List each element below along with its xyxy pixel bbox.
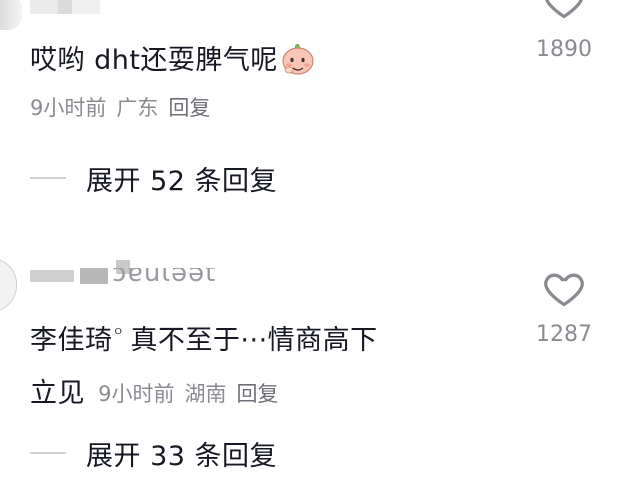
peach-face-emoji-icon xyxy=(280,41,316,77)
previous-avatar[interactable] xyxy=(0,0,22,30)
author-mark: ᴼ xyxy=(114,325,123,343)
comment-time: 9小时前 xyxy=(30,96,107,120)
heart-icon xyxy=(544,273,584,307)
comment-2-text: 真不至于···情商高下 xyxy=(130,325,378,356)
like-count-comment-2-wrap: 1287 xyxy=(534,322,594,347)
comment-2-line-2: 立见 9小时前 湖南 回复 xyxy=(30,370,288,409)
like-button-comment-1[interactable] xyxy=(534,0,594,26)
heart-icon xyxy=(544,0,584,19)
comment-time: 9小时前 xyxy=(98,382,175,406)
expand-replies-button[interactable]: 展开 52 条回复 xyxy=(86,159,277,198)
comment-2-text-line-1: 李佳琦 ᴼ 真不至于···情商高下 xyxy=(30,318,378,357)
avatar[interactable] xyxy=(0,258,17,312)
comment-2-meta: 9小时前 湖南 回复 xyxy=(98,382,288,406)
expand-replies-button[interactable]: 展开 33 条回复 xyxy=(86,434,277,473)
like-count-comment-1-wrap: 1890 xyxy=(534,37,594,62)
reply-button[interactable]: 回复 xyxy=(168,96,210,120)
mentioned-author-name[interactable]: 李佳琦 xyxy=(30,325,113,356)
expand-divider xyxy=(30,177,66,179)
comment-location: 广东 xyxy=(116,96,159,120)
comment-1-text-line: 哎哟 dht还耍脾气呢 xyxy=(30,38,316,80)
comment-2-text-continued: 立见 xyxy=(30,378,85,409)
previous-username-blurred xyxy=(30,0,100,14)
like-count: 1287 xyxy=(536,322,592,347)
like-count: 1890 xyxy=(536,37,592,62)
comment-1-text: 哎哟 dht还耍脾气呢 xyxy=(30,45,278,76)
reply-button[interactable]: 回复 xyxy=(236,382,278,406)
expand-divider xyxy=(30,452,66,454)
comment-1-meta: 9小时前 广东 回复 xyxy=(30,92,220,122)
like-button-comment-2[interactable] xyxy=(534,266,594,314)
comment-location: 湖南 xyxy=(184,382,227,406)
